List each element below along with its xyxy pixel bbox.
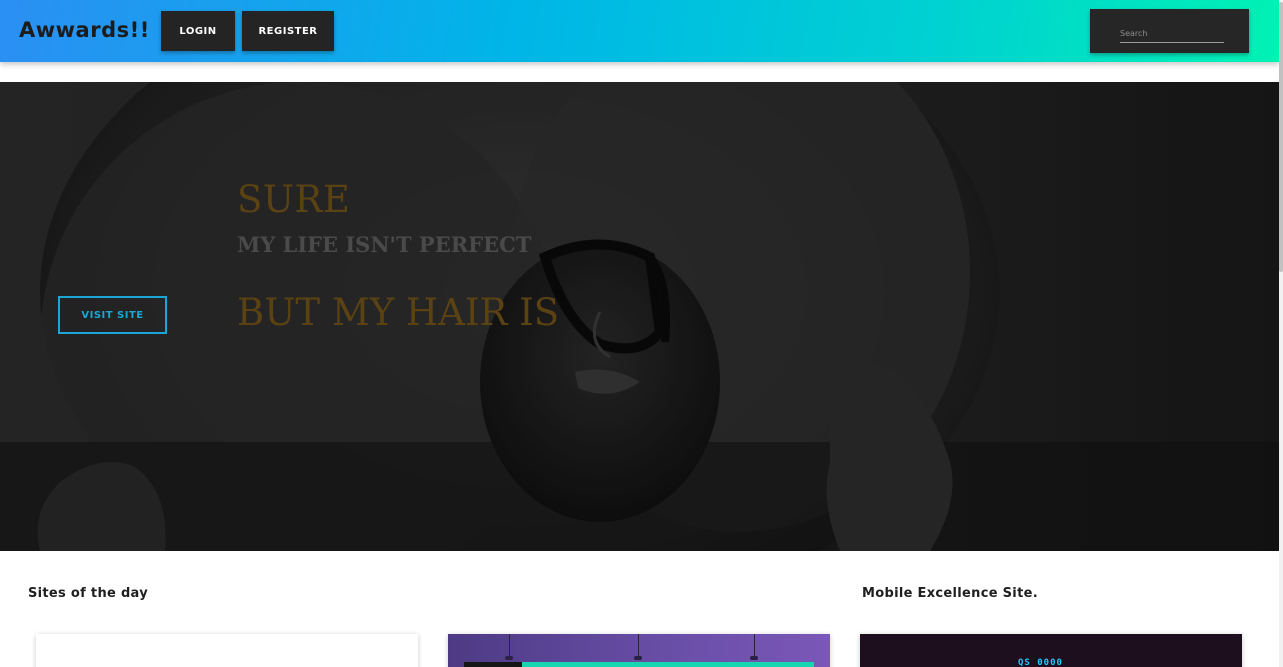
card-decoration (634, 656, 642, 660)
register-button[interactable]: REGISTER (242, 11, 334, 51)
card-decoration (638, 634, 639, 658)
hero-overlay (0, 82, 1279, 551)
sites-of-the-day-title: Sites of the day (28, 586, 148, 601)
brand-logo[interactable]: Awwards!! (19, 18, 150, 42)
search-box (1090, 9, 1249, 53)
visit-site-button[interactable]: VISIT SITE (58, 296, 167, 334)
page-scrollbar[interactable] (1279, 0, 1283, 667)
mobile-excellence-title: Mobile Excellence Site. (862, 586, 1038, 601)
site-card-2[interactable] (448, 634, 830, 667)
hero-subheadline: MY LIFE ISN'T PERFECT (237, 232, 532, 257)
hero-headline-sure: SURE (237, 178, 351, 221)
login-button[interactable]: LOGIN (161, 11, 235, 51)
scrollbar-thumb[interactable] (1279, 2, 1283, 272)
card-decoration (750, 656, 758, 660)
card-decoration (505, 656, 513, 660)
card-decoration (754, 634, 755, 658)
site-card-1[interactable] (36, 634, 418, 667)
card-preview-banner (522, 662, 814, 667)
hero-headline-hair: BUT MY HAIR IS (237, 291, 560, 334)
mobile-site-card[interactable]: QS 0000 (860, 634, 1242, 667)
card-decoration (509, 634, 510, 658)
search-input[interactable] (1120, 25, 1224, 43)
card-preview-bar (464, 662, 522, 667)
hero-banner: SURE MY LIFE ISN'T PERFECT BUT MY HAIR I… (0, 82, 1279, 551)
navbar: Awwards!! LOGIN REGISTER (0, 0, 1279, 62)
mobile-card-logo: QS 0000 (1018, 658, 1063, 667)
